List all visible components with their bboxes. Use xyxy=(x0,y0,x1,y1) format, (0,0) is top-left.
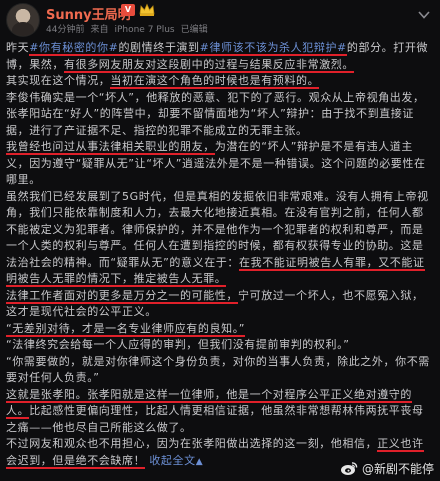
watermark: @新剧不能停 xyxy=(340,460,434,477)
text-span: 当初在演这个角色的时候也是有预料的。 xyxy=(110,74,320,89)
text-span: “法律终究会给每一个人应得的审判，但我们没有提前审判的权利。” xyxy=(6,338,350,351)
weibo-icon xyxy=(340,462,358,475)
paragraph-1: 昨天#你有秘密的你#的剧情终于演到#律师该不该为杀人犯辩护#的部分。打开微博，果… xyxy=(6,40,434,73)
text-span: 昨天 xyxy=(6,41,30,54)
paragraph-2: 其实现在这个情况，当初在演这个角色的时候也是有预料的。 xyxy=(6,73,434,90)
text-span: 我曾经也问过从事法律相关职业的朋友， xyxy=(6,140,215,155)
source-prefix: 来自 xyxy=(90,25,109,35)
post-header: Sunny王局明 V 44分钟前 来自 iPhone 7 Plus 已编辑 xyxy=(0,0,440,38)
text-span: 李俊伟确实是一个“坏人”，他释放的恶意、犯下的了恶行。观众从上帝视角出发，张孝阳… xyxy=(6,90,425,137)
hashtag-link[interactable]: #你有秘密的你# xyxy=(29,41,119,56)
collapse-full-text-link[interactable]: 收起全文▲ xyxy=(149,454,203,467)
paragraph-6: 法律工作者面对的更多是万分之一的可能性，宁可放过一个坏人，也不愿冤入狱，这才是现… xyxy=(6,288,434,321)
watermark-text: @新剧不能停 xyxy=(361,462,434,476)
text-span: “无差别对待，才是一名专业律师应有的良知。” xyxy=(6,321,246,337)
paragraph-9: “你需要做的，就是对你律师这个身份负责，对你的当事人负责，除此之外，你不需要对任… xyxy=(6,354,434,387)
caret-up-icon: ▲ xyxy=(195,456,204,467)
text-span: 比起感性更偏向理性，比起人情更相信证据，他虽然非常想帮林伟两抚平丧母之痛——他也… xyxy=(6,404,424,434)
text-span: 其实现在这个情况， xyxy=(6,74,111,87)
avatar[interactable] xyxy=(6,3,40,37)
paragraph-4: 我曾经也问过从事法律相关职业的朋友，为潜在的“坏人”辩护是不是有违人道主义，因为… xyxy=(6,139,434,189)
paragraph-8: “法律终究会给每一个人应得的审判，但我们没有提前审判的权利。” xyxy=(6,337,434,354)
text-span: 这就是张孝阳。 xyxy=(6,387,88,403)
post-time[interactable]: 44分钟前 xyxy=(46,25,84,35)
text-span: 有很多网友朋友对这段剧中的过程与结果反应非常激烈。 xyxy=(64,57,354,73)
text-span: 不过网友和观众也不用担心，因为在张孝阳做出选择的这一刻，他相信， xyxy=(6,437,378,450)
post-body: 昨天#你有秘密的你#的剧情终于演到#律师该不该为杀人犯辩护#的部分。打开微博，果… xyxy=(6,40,434,470)
edited-label[interactable]: 已编辑 xyxy=(181,25,208,35)
device-source: iPhone 7 Plus xyxy=(114,25,175,35)
paragraph-5: 虽然我们已经发展到了5G时代，但是真相的发掘依旧非常艰难。没有人拥有上帝视角，我… xyxy=(6,189,434,288)
username-link[interactable]: Sunny王局明 xyxy=(46,4,131,23)
text-span: 的剧情终于演到 xyxy=(118,41,200,56)
paragraph-10: 这就是张孝阳。张孝阳就是这样一位律师，他是一个对程序公平正义绝对遵守的人。比起感… xyxy=(6,387,434,437)
hashtag-link[interactable]: #律师该不该为杀人犯辩护# xyxy=(199,41,347,56)
post-meta: 44分钟前 来自 iPhone 7 Plus 已编辑 xyxy=(46,22,214,35)
vip-icon[interactable]: V xyxy=(121,4,135,16)
text-span: “你需要做的，就是对你律师这个身份负责，对你的当事人负责，除此之外，你不需要对任… xyxy=(6,354,430,385)
chevron-down-icon[interactable] xyxy=(416,8,432,22)
collapse-label: 收起全文 xyxy=(149,453,196,467)
paragraph-3: 李俊伟确实是一个“坏人”，他释放的恶意、犯下的了恶行。观众从上帝视角出发，张孝阳… xyxy=(6,90,434,140)
text-span: 法律工作者面对的更多是万分之一的可能性， xyxy=(6,288,238,304)
crown-icon[interactable] xyxy=(139,3,155,17)
paragraph-7: “无差别对待，才是一名专业律师应有的良知。” xyxy=(6,321,434,338)
